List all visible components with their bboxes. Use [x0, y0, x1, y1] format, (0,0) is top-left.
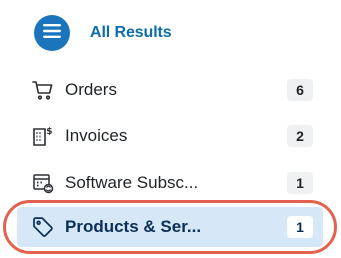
- count-badge: 1: [287, 172, 313, 194]
- header-title: All Results: [90, 24, 172, 41]
- tag-icon: [31, 215, 55, 239]
- count-badge: 2: [287, 125, 313, 147]
- cart-icon: [31, 78, 55, 102]
- hamburger-icon: [42, 23, 62, 44]
- results-nav: All Results Orders 6 $ Invoices 2 Softwa…: [0, 0, 341, 258]
- svg-text:$: $: [46, 127, 52, 137]
- subscription-icon: [31, 171, 55, 195]
- nav-item-products-services[interactable]: Products & Ser... 1: [31, 211, 313, 243]
- nav-item-invoices[interactable]: $ Invoices 2: [31, 120, 313, 152]
- count-badge: 1: [287, 216, 313, 238]
- nav-item-label: Products & Ser...: [65, 217, 202, 236]
- nav-item-label: Invoices: [65, 126, 128, 145]
- nav-item-label: Software Subsc...: [65, 173, 199, 192]
- results-header: All Results: [34, 14, 172, 52]
- count-badge: 6: [287, 79, 313, 101]
- menu-button[interactable]: [34, 15, 70, 51]
- nav-item-label: Orders: [65, 80, 117, 99]
- nav-item-software-subscriptions[interactable]: Software Subsc... 1: [31, 167, 313, 199]
- invoice-icon: $: [31, 124, 55, 148]
- nav-item-orders[interactable]: Orders 6: [31, 74, 313, 106]
